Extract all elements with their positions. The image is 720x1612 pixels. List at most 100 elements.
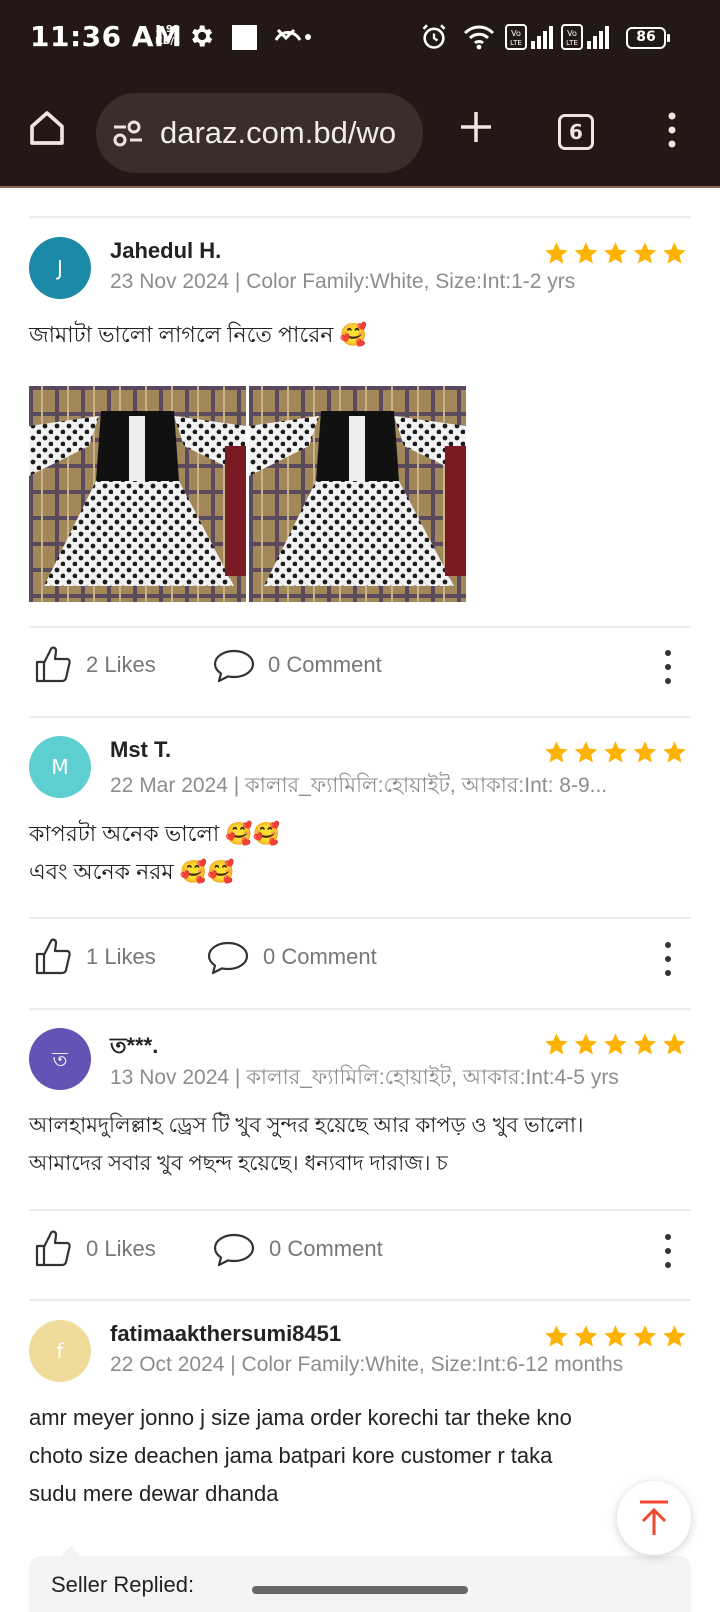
star-rating xyxy=(543,1322,693,1350)
avatar: f xyxy=(29,1320,91,1382)
review-actions: 0 Likes 0 Comment xyxy=(0,1218,720,1278)
dress-photo-2[interactable] xyxy=(249,386,466,602)
more-options-icon[interactable] xyxy=(660,1234,676,1268)
svg-text:LTE: LTE xyxy=(566,39,578,47)
screen-record-icon xyxy=(232,25,257,50)
comment-icon[interactable] xyxy=(213,1232,255,1268)
star-icon xyxy=(663,1033,686,1055)
reviewer-name: Mst T. xyxy=(110,737,172,762)
review-text-line: কাপরটা অনেক ভালো 🥰🥰 xyxy=(29,821,281,846)
volte-signal-1-icon: Vo LTE xyxy=(505,24,553,50)
missed-call-icon xyxy=(274,28,311,41)
review-text-line: এবং অনেক নরম 🥰🥰 xyxy=(29,859,235,884)
alarm-icon xyxy=(422,24,446,49)
review-meta: 22 Mar 2024 | কালার_ফ্যামিলি:হোয়াইট, আক… xyxy=(110,774,608,797)
review-meta: 13 Nov 2024 | কালার_ফ্যামিলি:হোয়াইট, আক… xyxy=(110,1066,619,1089)
review-text: amr meyer jonno j size jama order korech… xyxy=(29,1399,694,1513)
avatar: ত xyxy=(29,1028,91,1090)
browser-toolbar: daraz.com.bd/wo 6 xyxy=(0,78,720,188)
review-text: আলহামদুলিল্লাহ ড্রেস টি খুব সুন্দর হয়েছ… xyxy=(29,1107,694,1183)
divider xyxy=(29,1299,691,1301)
review-text-line: আলহামদুলিল্লাহ ড্রেস টি খুব সুন্দর হয়েছ… xyxy=(29,1114,584,1137)
avatar: M xyxy=(29,736,91,798)
comment-count[interactable]: 0 Comment xyxy=(263,944,377,970)
star-icon xyxy=(545,242,568,264)
like-thumbs-up-icon[interactable] xyxy=(34,936,72,976)
reviewer-name: fatimaakthersumi8451 xyxy=(110,1321,342,1346)
star-icon xyxy=(633,1325,657,1347)
star-icon xyxy=(663,242,686,264)
star-icon xyxy=(633,741,657,763)
home-icon[interactable] xyxy=(27,108,67,148)
star-rating xyxy=(543,239,693,267)
star-icon xyxy=(633,242,657,264)
battery-icon: 86 xyxy=(626,27,670,49)
status-bar: 11:36 AM 1.93 KB/s Vo LTE Vo LTE 86 xyxy=(0,0,720,78)
svg-text:Vo: Vo xyxy=(511,29,521,38)
review-text-line: আমাদের সবার খুব পছন্দ হয়েছে। ধন্যবাদ দা… xyxy=(29,1152,448,1175)
comment-count[interactable]: 0 Comment xyxy=(268,652,382,678)
more-options-icon[interactable] xyxy=(660,942,676,976)
tab-switcher-button[interactable]: 6 xyxy=(558,114,594,150)
like-thumbs-up-icon[interactable] xyxy=(34,644,72,684)
svg-text:LTE: LTE xyxy=(510,39,522,47)
comment-icon[interactable] xyxy=(213,648,255,684)
comment-count[interactable]: 0 Comment xyxy=(269,1236,383,1262)
star-icon xyxy=(604,1033,627,1055)
seller-reply-box: Seller Replied: xyxy=(29,1546,691,1612)
star-icon xyxy=(604,1325,627,1347)
review-text-line: sudu mere dewar dhanda xyxy=(29,1481,279,1506)
star-rating xyxy=(543,1030,693,1058)
likes-count[interactable]: 2 Likes xyxy=(86,652,156,678)
review-text: কাপরটা অনেক ভালো 🥰🥰 এবং অনেক নরম 🥰🥰 xyxy=(29,815,694,891)
star-icon xyxy=(663,741,686,763)
divider xyxy=(29,626,691,628)
gesture-home-bar[interactable] xyxy=(252,1586,468,1594)
review-meta: 22 Oct 2024 | Color Family:White, Size:I… xyxy=(110,1353,624,1376)
address-bar[interactable]: daraz.com.bd/wo xyxy=(96,93,423,173)
avatar: J xyxy=(29,237,91,299)
site-settings-icon[interactable] xyxy=(112,117,144,149)
star-icon xyxy=(604,741,627,763)
review-text-line: amr meyer jonno j size jama order korech… xyxy=(29,1405,572,1430)
likes-count[interactable]: 0 Likes xyxy=(86,1236,156,1262)
comment-icon[interactable] xyxy=(207,940,249,976)
settings-gear-icon xyxy=(192,25,213,47)
divider xyxy=(29,1209,691,1211)
star-icon xyxy=(574,242,598,264)
star-rating xyxy=(543,738,693,766)
review-text-line: choto size deachen jama batpari kore cus… xyxy=(29,1443,553,1468)
network-speed: 1.93 KB/s xyxy=(155,24,180,48)
wifi-icon xyxy=(463,25,495,50)
star-icon xyxy=(574,1325,598,1347)
volte-signal-2-icon: Vo LTE xyxy=(561,24,609,50)
scroll-to-top-button[interactable] xyxy=(617,1481,691,1555)
likes-count[interactable]: 1 Likes xyxy=(86,944,156,970)
star-icon xyxy=(574,1033,598,1055)
review-meta: 23 Nov 2024 | Color Family:White, Size:I… xyxy=(110,270,576,293)
divider xyxy=(29,716,691,718)
new-tab-plus-icon[interactable] xyxy=(458,109,494,145)
reviewer-name: Jahedul H. xyxy=(110,238,222,263)
like-thumbs-up-icon[interactable] xyxy=(34,1228,72,1268)
svg-text:Vo: Vo xyxy=(567,29,577,38)
more-options-icon[interactable] xyxy=(660,650,676,684)
divider xyxy=(29,216,691,218)
star-icon xyxy=(663,1325,686,1347)
network-speed-unit: KB/s xyxy=(155,36,180,47)
browser-menu-icon[interactable] xyxy=(662,110,682,150)
arrow-up-icon xyxy=(640,1500,668,1535)
star-icon xyxy=(545,741,568,763)
star-icon xyxy=(545,1325,568,1347)
divider xyxy=(29,1008,691,1010)
star-icon xyxy=(604,242,627,264)
star-icon xyxy=(545,1033,568,1055)
network-speed-value: 1.93 xyxy=(155,24,180,35)
star-icon xyxy=(574,741,598,763)
review-actions: 2 Likes 0 Comment xyxy=(0,634,720,694)
review-text-line: জামাটা ভালো লাগলে নিতে পারেন 🥰 xyxy=(29,322,367,347)
divider xyxy=(29,917,691,919)
review-text: জামাটা ভালো লাগলে নিতে পারেন 🥰 xyxy=(29,316,694,354)
star-icon xyxy=(633,1033,657,1055)
dress-photo-1[interactable] xyxy=(29,386,246,602)
